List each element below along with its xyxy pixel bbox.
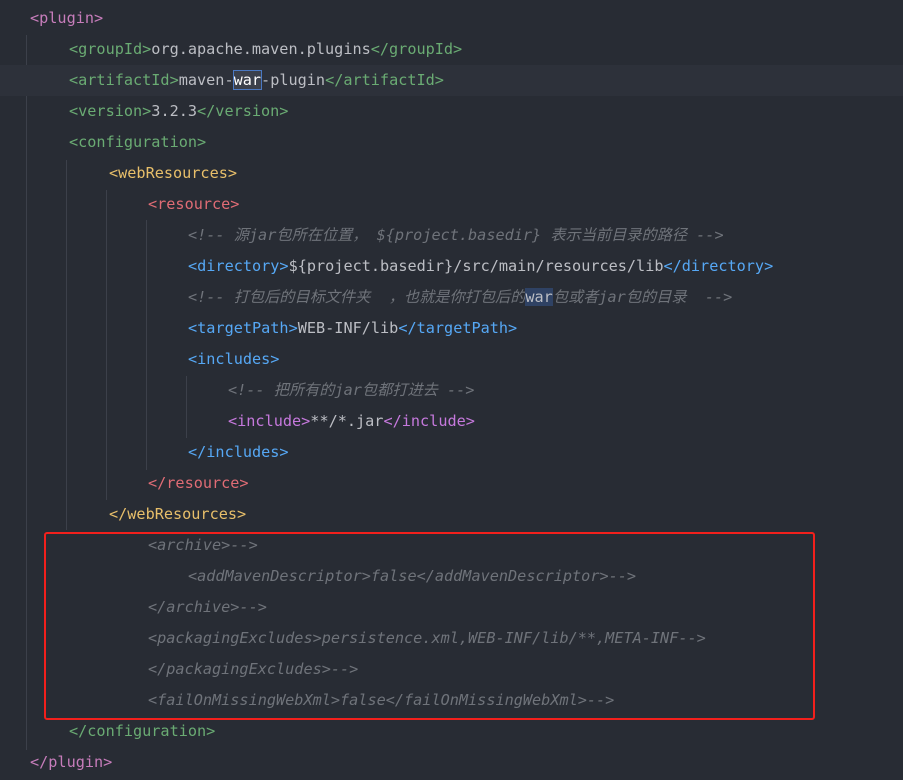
code-token: </resource> [148, 474, 249, 492]
code-line[interactable]: </plugin> [0, 747, 903, 778]
code-token: <include> [228, 412, 311, 430]
code-token: <!-- 把所有的jar包都打进去 --> [228, 381, 475, 399]
code-line[interactable]: </configuration> [0, 716, 903, 747]
code-line[interactable]: <configuration> [0, 127, 903, 158]
code-token: <targetPath> [188, 319, 298, 337]
code-token: </artifactId> [325, 71, 444, 89]
code-token: maven- [178, 71, 234, 89]
code-token: WEB-INF/lib [297, 319, 399, 337]
code-token: war [232, 70, 263, 90]
code-line[interactable]: </includes> [0, 437, 903, 468]
code-token: **/*.jar [310, 412, 384, 430]
code-token: war [525, 288, 553, 306]
code-token: </configuration> [69, 722, 216, 740]
code-token: <includes> [188, 350, 280, 368]
code-line[interactable]: <groupId>org.apache.maven.plugins</group… [0, 34, 903, 65]
code-token: <groupId> [69, 40, 152, 58]
code-line[interactable]: <directory>${project.basedir}/src/main/r… [0, 251, 903, 282]
code-token: <!-- 源jar包所在位置， ${project.basedir} 表示当前目… [188, 226, 724, 244]
code-token: 包或者jar包的目录 --> [552, 288, 733, 306]
annotation-highlight-box [44, 532, 815, 720]
code-line[interactable]: </resource> [0, 468, 903, 499]
code-token: </include> [383, 412, 475, 430]
code-token: -plugin [261, 71, 326, 89]
code-line[interactable]: <!-- 打包后的目标文件夹 ，也就是你打包后的war包或者jar包的目录 --… [0, 282, 903, 313]
code-line[interactable]: <targetPath>WEB-INF/lib</targetPath> [0, 313, 903, 344]
code-line[interactable]: <includes> [0, 344, 903, 375]
code-line[interactable]: <version>3.2.3</version> [0, 96, 903, 127]
code-line[interactable]: <artifactId>maven-war-plugin</artifactId… [0, 65, 903, 96]
code-token: </directory> [663, 257, 774, 275]
code-line[interactable]: <!-- 把所有的jar包都打进去 --> [0, 375, 903, 406]
code-line[interactable]: <resource> [0, 189, 903, 220]
code-token: </groupId> [370, 40, 463, 58]
code-token: </targetPath> [398, 319, 518, 337]
code-token: </includes> [188, 443, 289, 461]
code-line[interactable]: <include>**/*.jar</include> [0, 406, 903, 437]
code-token: 3.2.3 [151, 102, 198, 120]
code-token: </webResources> [109, 505, 247, 523]
code-token: <configuration> [69, 133, 207, 151]
code-line[interactable]: <plugin> [0, 3, 903, 34]
code-token: <resource> [148, 195, 240, 213]
code-token: <directory> [188, 257, 289, 275]
code-token: <!-- 打包后的目标文件夹 ，也就是你打包后的 [188, 288, 526, 306]
code-token: ${project.basedir}/src/main/resources/li… [288, 257, 664, 275]
code-token: <artifactId> [69, 71, 179, 89]
code-token: <webResources> [109, 164, 238, 182]
code-token: <version> [69, 102, 152, 120]
code-line[interactable]: <!-- 源jar包所在位置， ${project.basedir} 表示当前目… [0, 220, 903, 251]
code-token: org.apache.maven.plugins [151, 40, 371, 58]
code-token: <plugin> [30, 9, 104, 27]
code-token: </plugin> [30, 753, 113, 771]
code-line[interactable]: <webResources> [0, 158, 903, 189]
code-line[interactable]: </webResources> [0, 499, 903, 530]
code-token: </version> [197, 102, 289, 120]
